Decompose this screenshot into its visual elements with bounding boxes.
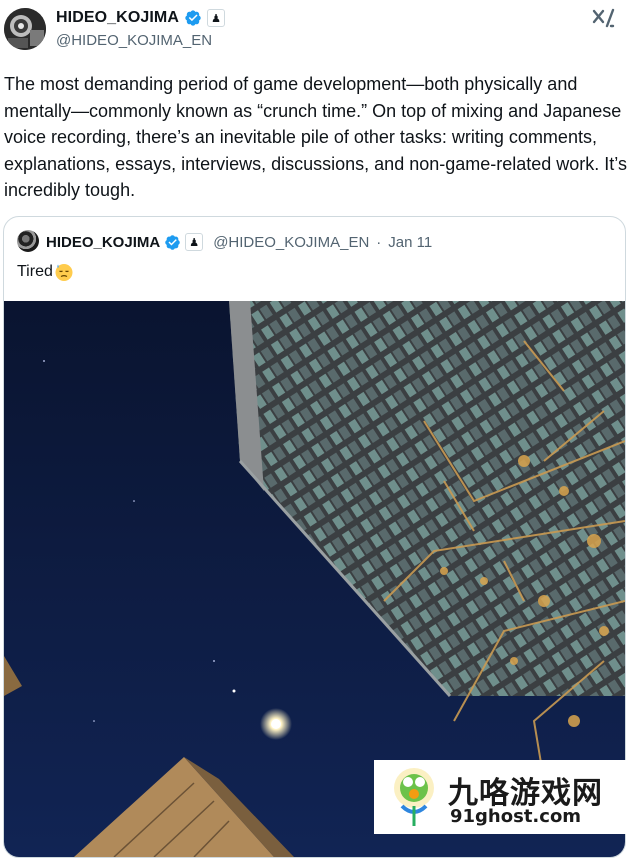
quoted-author-handle[interactable]: @HIDEO_KOJIMA_EN [213, 234, 369, 251]
downcast-sweat-face-emoji-icon [55, 264, 73, 281]
verified-badge-icon[interactable] [164, 234, 181, 251]
quoted-post-text-row: Tired [17, 262, 74, 282]
author-avatar[interactable] [4, 8, 46, 50]
site-watermark: 九咯游戏网 91ghost.com [374, 760, 634, 834]
author-display-name[interactable]: HIDEO_KOJIMA [56, 9, 179, 27]
quoted-post-text: Tired [17, 263, 53, 280]
author-name-row: HIDEO_KOJIMA ♟ [56, 9, 225, 27]
affiliate-badge-icon[interactable]: ♟ [207, 9, 225, 27]
affiliate-badge-icon[interactable]: ♟ [185, 233, 204, 251]
quoted-author-display-name[interactable]: HIDEO_KOJIMA [46, 234, 160, 251]
quoted-author-row: HIDEO_KOJIMA ♟ @HIDEO_KOJIMA_EN · Jan 11 [46, 233, 432, 251]
grok-icon[interactable] [592, 8, 616, 30]
separator-dot: · [376, 233, 382, 251]
quoted-author-avatar[interactable] [17, 230, 39, 252]
post: HIDEO_KOJIMA ♟ @HIDEO_KOJIMA_EN The most… [0, 0, 634, 858]
verified-badge-icon[interactable] [184, 9, 202, 27]
author-handle[interactable]: @HIDEO_KOJIMA_EN [56, 32, 212, 49]
watermark-url: 91ghost.com [450, 806, 582, 827]
flower-logo-icon [394, 768, 434, 826]
post-text: The most demanding period of game develo… [4, 74, 627, 200]
quoted-post-date[interactable]: Jan 11 [388, 234, 432, 251]
